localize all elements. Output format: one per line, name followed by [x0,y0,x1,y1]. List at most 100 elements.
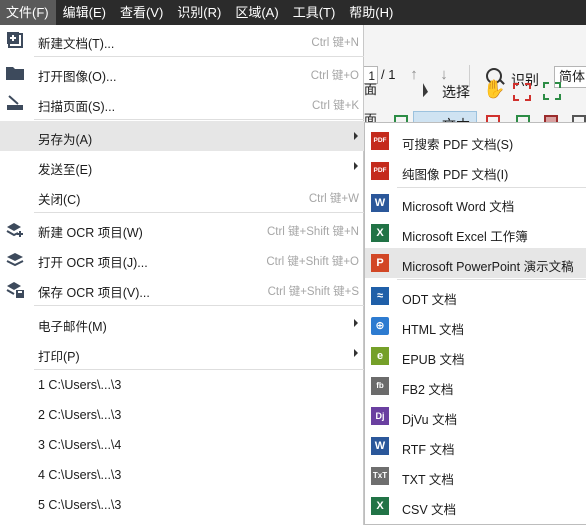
hand-icon[interactable]: ✋ [483,79,505,100]
menu-item-shortcut: Ctrl 键+K [312,100,359,112]
menu-item-label: 打开 OCR 项目(J)... [38,256,148,270]
powerpoint-icon: P [371,254,389,272]
csv-icon: X [371,497,389,515]
save-as-fb2[interactable]: fb FB2 文档 [365,371,586,401]
save-as-powerpoint[interactable]: P Microsoft PowerPoint 演示文稿 [365,248,586,278]
pdf-icon: PDF [371,132,389,150]
cursor-icon[interactable] [423,83,428,99]
save-as-txt[interactable]: TxT TXT 文档 [365,461,586,491]
menu-item-recent-file[interactable]: 5 C:\Users\...\3 [0,490,364,520]
recent-file-label: 1 C:\Users\...\3 [38,378,122,392]
menu-item-recent-file[interactable]: 1 C:\Users\...\3 [0,370,364,400]
menu-help[interactable]: 帮助(H) [342,0,400,25]
folder-icon [5,63,25,83]
save-as-rtf[interactable]: W RTF 文档 [365,431,586,461]
submenu-item-label: EPUB 文档 [402,353,465,367]
recent-file-label: 2 C:\Users\...\3 [38,408,122,422]
menu-separator [34,212,364,213]
recent-file-label: 3 C:\Users\...\4 [38,438,122,452]
odt-icon: ≈ [371,287,389,305]
epub-icon: e [371,347,389,365]
submenu-arrow-icon [354,349,358,357]
submenu-arrow-icon [354,319,358,327]
recent-file-label: 5 C:\Users\...\3 [38,498,122,512]
djvu-icon: Dj [371,407,389,425]
menu-item-label: 扫描页面(S)... [38,100,116,114]
menu-item-open-image[interactable]: 打开图像(O)... Ctrl 键+O [0,58,364,88]
submenu-item-label: DjVu 文档 [402,413,458,427]
rtf-icon: W [371,437,389,455]
menu-item-new-ocr-project[interactable]: 新建 OCR 项目(W) Ctrl 键+Shift 键+N [0,214,364,244]
menu-recognize[interactable]: 识别(R) [170,0,228,25]
menu-item-shortcut: Ctrl 键+Shift 键+O [266,256,359,268]
menu-separator [34,305,364,306]
save-as-djvu[interactable]: Dj DjVu 文档 [365,401,586,431]
menu-item-print[interactable]: 打印(P) [0,338,364,368]
menu-item-close[interactable]: 关闭(C) Ctrl 键+W [0,181,364,211]
new-ocr-project-icon [5,219,25,239]
menu-item-label: 新建 OCR 项目(W) [38,226,143,240]
submenu-item-label: 纯图像 PDF 文档(I) [402,168,509,182]
menu-file[interactable]: 文件(F) [0,0,56,25]
select-tool-button[interactable]: 选择 [442,82,470,102]
remove-area-icon[interactable] [513,83,531,101]
menu-item-save-ocr-project[interactable]: 保存 OCR 项目(V)... Ctrl 键+Shift 键+S [0,274,364,304]
txt-icon: TxT [371,467,389,485]
save-as-image-pdf[interactable]: PDF 纯图像 PDF 文档(I) [365,156,586,186]
new-document-icon [5,30,25,50]
save-as-excel[interactable]: X Microsoft Excel 工作簿 [365,218,586,248]
menu-separator [34,119,364,120]
add-area-icon[interactable] [543,82,561,100]
open-ocr-project-icon [5,249,25,269]
menu-item-email[interactable]: 电子邮件(M) [0,308,364,338]
menu-item-scan-pages[interactable]: 扫描页面(S)... Ctrl 键+K [0,88,364,118]
save-as-word[interactable]: W Microsoft Word 文档 [365,188,586,218]
submenu-separator [397,279,586,280]
submenu-item-label: 可搜索 PDF 文档(S) [402,138,514,152]
menu-item-recent-file[interactable]: 3 C:\Users\...\4 [0,430,364,460]
menu-item-label: 电子邮件(M) [38,320,107,334]
menu-item-recent-file[interactable]: 2 C:\Users\...\3 [0,400,364,430]
scanner-icon [5,93,25,113]
menu-item-save-as[interactable]: 另存为(A) [0,121,364,151]
menu-tools[interactable]: 工具(T) [286,0,343,25]
menu-item-label: 保存 OCR 项目(V)... [38,286,150,300]
menu-item-recent-file[interactable]: 4 C:\Users\...\3 [0,460,364,490]
save-ocr-project-icon [5,279,25,299]
menu-item-shortcut: Ctrl 键+Shift 键+S [267,286,359,298]
menu-view[interactable]: 查看(V) [113,0,170,25]
save-as-odt[interactable]: ≈ ODT 文档 [365,281,586,311]
pdf-icon: PDF [371,162,389,180]
menu-separator [34,56,364,57]
menu-area[interactable]: 区域(A) [228,0,285,25]
menu-item-label: 打印(P) [38,350,80,364]
menu-item-send-to[interactable]: 发送至(E) [0,151,364,181]
menu-bar: 文件(F) 编辑(E) 查看(V) 识别(R) 区域(A) 工具(T) 帮助(H… [0,0,586,25]
submenu-item-label: Microsoft PowerPoint 演示文稿 [402,260,574,274]
menu-item-label: 新建文档(T)... [38,37,115,51]
save-as-epub[interactable]: e EPUB 文档 [365,341,586,371]
save-as-submenu: PDF 可搜索 PDF 文档(S) PDF 纯图像 PDF 文档(I) W Mi… [364,122,586,525]
save-as-html[interactable]: ⊕ HTML 文档 [365,311,586,341]
side-label-fragment: 面 [364,82,378,97]
submenu-item-label: TXT 文档 [402,473,454,487]
submenu-item-label: Microsoft Word 文档 [402,200,515,214]
menu-item-label: 关闭(C) [38,193,81,207]
menu-item-shortcut: Ctrl 键+W [308,193,359,205]
word-icon: W [371,194,389,212]
menu-item-label: 打开图像(O)... [38,70,117,84]
menu-item-label: 发送至(E) [38,163,93,177]
menu-item-shortcut: Ctrl 键+Shift 键+N [266,226,359,238]
menu-edit[interactable]: 编辑(E) [56,0,113,25]
html-icon: ⊕ [371,317,389,335]
menu-item-label: 另存为(A) [38,133,93,147]
menu-item-open-ocr-project[interactable]: 打开 OCR 项目(J)... Ctrl 键+Shift 键+O [0,244,364,274]
submenu-item-label: FB2 文档 [402,383,454,397]
submenu-item-label: RTF 文档 [402,443,455,457]
submenu-item-label: ODT 文档 [402,293,457,307]
menu-item-shortcut: Ctrl 键+O [310,70,359,82]
save-as-csv[interactable]: X CSV 文档 [365,491,586,521]
submenu-item-label: Microsoft Excel 工作簿 [402,230,528,244]
menu-item-new-document[interactable]: 新建文档(T)... Ctrl 键+N [0,25,364,55]
save-as-searchable-pdf[interactable]: PDF 可搜索 PDF 文档(S) [365,126,586,156]
